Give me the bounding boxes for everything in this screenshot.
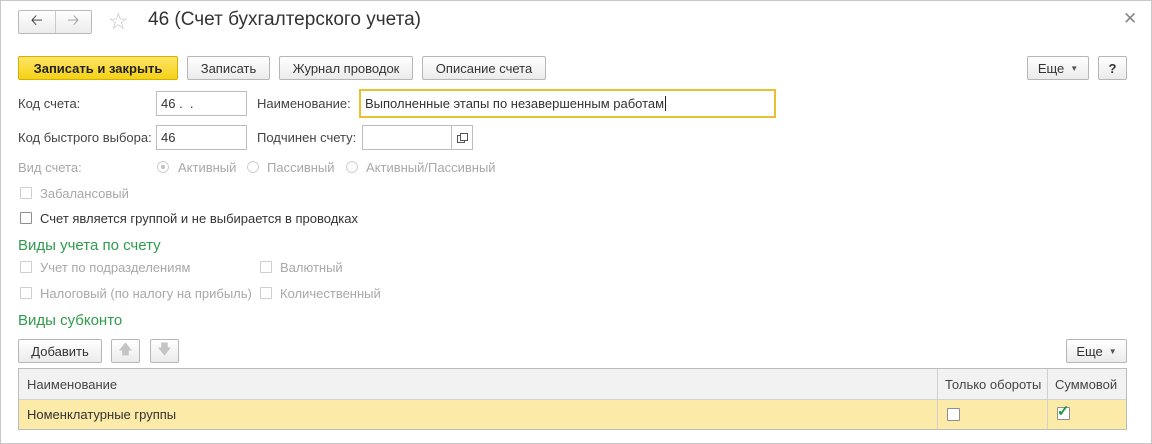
arrow-up-icon: 🡅 [118, 341, 133, 357]
quick-code-label: Код быстрого выбора: [18, 130, 152, 145]
star-icon[interactable]: ☆ [108, 8, 129, 35]
save-and-close-label: Записать и закрыть [33, 60, 163, 76]
by-department-label: Учет по подразделениям [40, 260, 191, 275]
open-select-button[interactable] [451, 125, 473, 150]
more-label: Еще [1037, 60, 1065, 76]
column-divider [1047, 369, 1048, 429]
quantity-checkbox[interactable] [260, 287, 272, 299]
table-row[interactable]: Номенклатурные группы ✓ [19, 400, 1126, 429]
account-code-label: Код счета: [18, 96, 81, 111]
offbalance-checkbox[interactable] [20, 187, 32, 199]
account-code-value: 46 . . [161, 96, 194, 111]
navigation-buttons: 🡠 🡢 [18, 10, 92, 34]
open-window-icon [457, 133, 468, 143]
chevron-down-icon: ▼ [1108, 346, 1117, 356]
column-header-sum[interactable]: Суммовой [1047, 369, 1127, 399]
add-label: Добавить [31, 343, 89, 359]
journal-button[interactable]: Журнал проводок [279, 56, 413, 80]
parent-account-label: Подчинен счету: [257, 130, 357, 145]
tax-label: Налоговый (по налогу на прибыль) [40, 286, 252, 301]
subconto-table: Наименование Только обороты Суммовой Ном… [18, 368, 1127, 430]
is-group-label: Счет является группой и не выбирается в … [40, 211, 358, 226]
save-button[interactable]: Записать [187, 56, 270, 80]
subconto-more-label: Еще [1076, 343, 1103, 359]
radio-active-passive[interactable] [346, 161, 358, 173]
column-header-name[interactable]: Наименование [19, 369, 937, 399]
radio-passive[interactable] [247, 161, 259, 173]
check-mark-icon: ✓ [1057, 403, 1070, 420]
arrow-down-icon: 🡇 [157, 341, 172, 357]
currency-checkbox[interactable] [260, 261, 272, 273]
help-label: ? [1108, 60, 1117, 76]
turnover-only-checkbox[interactable] [947, 408, 960, 421]
sum-checkbox[interactable]: ✓ [1057, 403, 1070, 420]
offbalance-label: Забалансовый [40, 186, 129, 201]
name-value: Выполненные этапы по незавершенным работ… [365, 96, 665, 111]
subconto-more-button[interactable]: Еще ▼ [1066, 339, 1127, 363]
radio-active-label: Активный [178, 160, 237, 175]
move-up-button[interactable]: 🡅 [111, 339, 140, 363]
more-menu-button[interactable]: Еще ▼ [1027, 56, 1089, 80]
radio-passive-label: Пассивный [267, 160, 335, 175]
radio-active[interactable] [157, 161, 169, 173]
radio-active-passive-label: Активный/Пассивный [366, 160, 496, 175]
back-arrow-icon[interactable]: 🡠 [19, 11, 55, 33]
column-divider [937, 369, 938, 429]
accounting-kinds-title: Виды учета по счету [18, 237, 161, 254]
window-title: 46 (Счет бухгалтерского учета) [148, 9, 421, 30]
add-button[interactable]: Добавить [18, 339, 102, 363]
is-group-checkbox[interactable] [20, 212, 32, 224]
row-name-cell[interactable]: Номенклатурные группы [19, 400, 937, 429]
text-cursor [665, 96, 667, 111]
journal-label: Журнал проводок [292, 60, 400, 76]
account-description-button[interactable]: Описание счета [422, 56, 546, 80]
help-button[interactable]: ? [1098, 56, 1127, 80]
account-type-label: Вид счета: [18, 160, 82, 175]
close-icon[interactable]: ✕ [1123, 9, 1137, 29]
save-and-close-button[interactable]: Записать и закрыть [18, 56, 178, 80]
forward-arrow-icon[interactable]: 🡢 [54, 11, 92, 33]
name-field[interactable]: Выполненные этапы по незавершенным работ… [359, 89, 776, 118]
table-header: Наименование Только обороты Суммовой [19, 369, 1126, 400]
account-description-label: Описание счета [435, 60, 533, 76]
tax-checkbox[interactable] [20, 287, 32, 299]
account-code-field[interactable]: 46 . . [156, 91, 247, 116]
parent-account-field[interactable] [362, 125, 452, 150]
move-down-button[interactable]: 🡇 [150, 339, 179, 363]
quick-code-field[interactable]: 46 [156, 125, 247, 150]
by-department-checkbox[interactable] [20, 261, 32, 273]
column-header-turnover-only[interactable]: Только обороты [937, 369, 1047, 399]
save-label: Записать [200, 60, 257, 76]
subconto-title: Виды субконто [18, 312, 123, 329]
currency-label: Валютный [280, 260, 343, 275]
quantity-label: Количественный [280, 286, 381, 301]
quick-code-value: 46 [161, 130, 176, 145]
name-label: Наименование: [257, 96, 351, 111]
chevron-down-icon: ▼ [1070, 63, 1079, 73]
